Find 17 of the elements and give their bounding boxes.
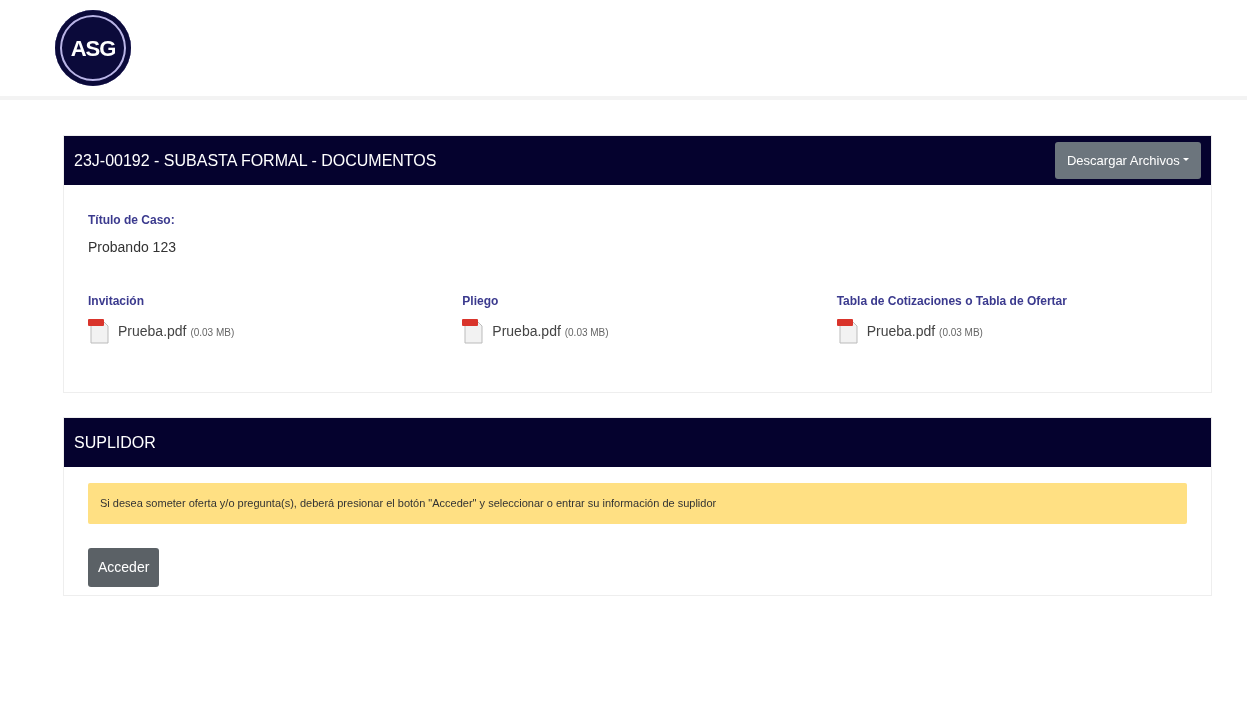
document-label: Pliego (462, 293, 499, 310)
panel-title: 23J-00192 - SUBASTA FORMAL - DOCUMENTOS (74, 150, 437, 171)
notice-alert: Si desea someter oferta y/o pregunta(s), deberá presionar el botón "Acceder" y seleccionar o entrar su información de suplidor (88, 483, 1187, 524)
case-title: Probando 123 (88, 238, 176, 257)
logo: ASG (55, 10, 131, 86)
file-link[interactable]: Prueba.pdf (0.03 MB) (118, 320, 235, 342)
file-link[interactable]: Prueba.pdf (0.03 MB) (492, 320, 609, 342)
panel-title: SUPLIDOR (74, 432, 156, 453)
access-button[interactable]: Acceder (88, 547, 160, 587)
file-link[interactable]: Prueba.pdf (0.03 MB) (866, 320, 983, 342)
pdf-file-icon (836, 318, 859, 344)
pdf-file-icon (88, 318, 110, 344)
pdf-file-icon (462, 318, 485, 344)
document-label: Invitación (88, 293, 144, 310)
document-label: Tabla de Cotizaciones o Tabla de Ofertar (836, 293, 1067, 310)
download-dropdown-button[interactable]: Descargar Archivos (1054, 141, 1201, 180)
field-label: Título de Caso: (88, 212, 175, 229)
